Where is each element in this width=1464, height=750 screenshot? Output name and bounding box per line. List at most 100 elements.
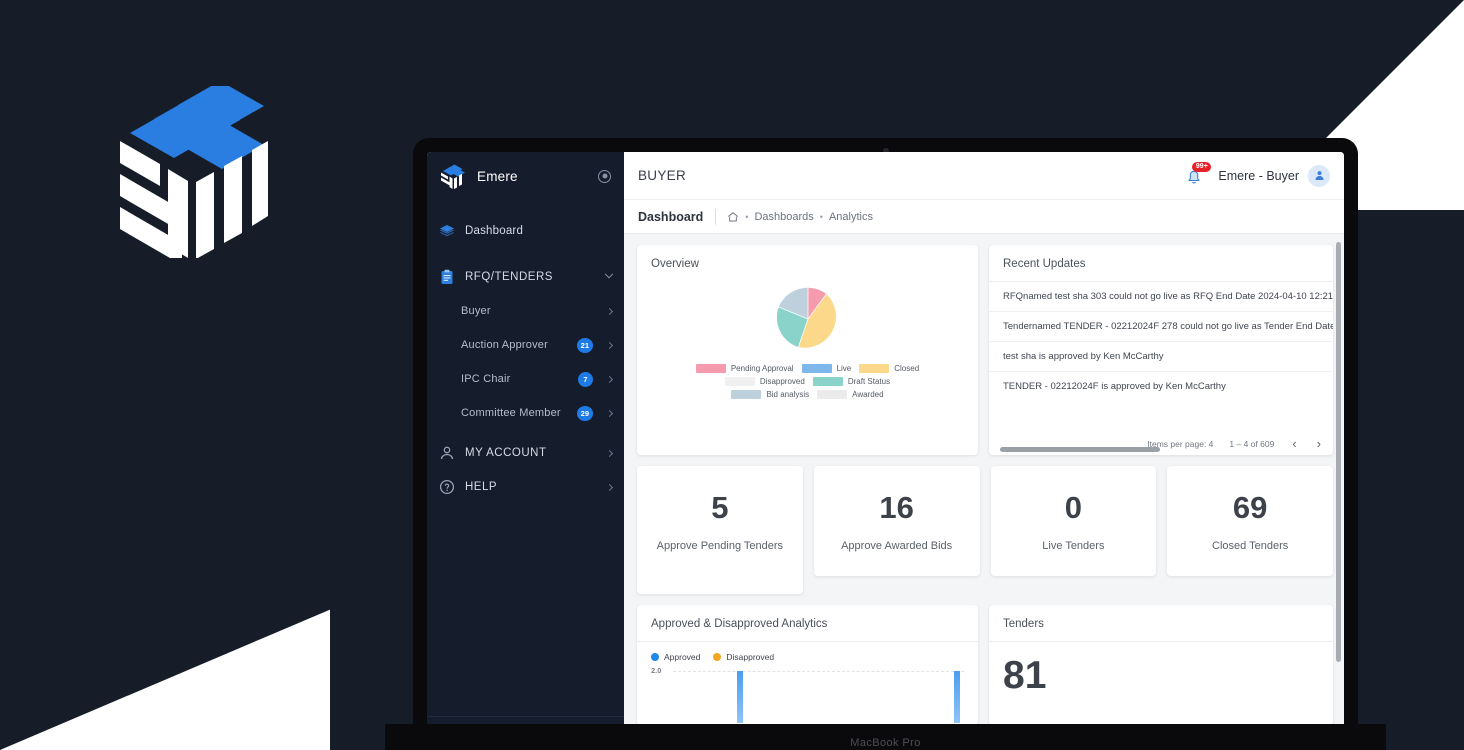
stat-card-live-tenders[interactable]: 0 Live Tenders: [990, 466, 1157, 577]
person-icon: [439, 445, 455, 461]
sidebar-item-label: MY ACCOUNT: [465, 447, 547, 459]
analytics-legend: Approved Disapproved: [637, 642, 978, 662]
legend-label: Live: [836, 364, 852, 373]
bar-approved-2: [954, 671, 960, 724]
legend-item[interactable]: Closed: [859, 364, 919, 373]
overview-card-title: Overview: [651, 258, 699, 270]
legend-dot-disapproved: [713, 653, 722, 662]
sidebar-item-ipc-chair[interactable]: IPC Chair 7: [427, 362, 624, 396]
laptop-mockup: Emere Dashboard RFQ/TENDERS Buyer Auctio…: [385, 138, 1386, 750]
sidebar-item-label: Dashboard: [465, 225, 524, 237]
sidebar-item-label: Auction Approver: [461, 339, 548, 351]
legend-label: Bid analysis: [766, 390, 810, 399]
notification-count-badge: 99+: [1192, 161, 1212, 172]
stat-card-closed-tenders[interactable]: 69 Closed Tenders: [1167, 466, 1333, 577]
sidebar-badge: 29: [576, 405, 593, 421]
sidebar-item-my-account[interactable]: MY ACCOUNT: [427, 436, 624, 470]
emere-cube-logo: [112, 81, 272, 265]
sidebar-item-buyer[interactable]: Buyer: [427, 294, 624, 328]
prev-page-button[interactable]: ‹: [1290, 436, 1298, 451]
next-page-button[interactable]: ›: [1315, 436, 1323, 451]
user-name-label: Emere - Buyer: [1218, 168, 1299, 183]
dashboard-content: Overview Pending Approval Live Closed Di…: [624, 234, 1344, 750]
list-item[interactable]: RFQnamed test sha 303 could not go live …: [989, 282, 1333, 312]
breadcrumb-divider: [715, 208, 717, 225]
chevron-right-icon: [605, 449, 614, 457]
list-item[interactable]: TENDER - 02212024F is approved by Ken Mc…: [989, 372, 1333, 401]
sidebar-item-label: Buyer: [461, 305, 491, 317]
sidebar-brand-label: Emere: [477, 168, 518, 184]
pin-toggle-icon[interactable]: [598, 169, 611, 183]
page-range-label: 1 – 4 of 609: [1229, 438, 1275, 449]
content-scrollbar-thumb[interactable]: [1336, 242, 1341, 662]
stat-card-approve-pending-tenders[interactable]: 5 Approve Pending Tenders: [637, 466, 803, 595]
chevron-down-icon: [604, 269, 614, 279]
dashboard-row-stats: 5 Approve Pending Tenders 16 Approve Awa…: [637, 466, 1333, 595]
tenders-value: 81: [1003, 654, 1047, 698]
legend-item[interactable]: Bid analysis: [731, 390, 809, 399]
legend-item[interactable]: Draft Status: [812, 377, 891, 386]
recent-updates-horizontal-scrollbar[interactable]: [1000, 447, 1160, 452]
legend-item[interactable]: Awarded: [817, 390, 884, 399]
clipboard-icon: [439, 269, 455, 285]
legend-item[interactable]: Approved: [651, 652, 700, 662]
chevron-right-icon: [605, 409, 614, 417]
stat-card-approve-awarded-bids[interactable]: 16 Approve Awarded Bids: [813, 466, 980, 577]
page-title: Dashboard: [638, 209, 704, 224]
legend-label: Draft Status: [847, 377, 891, 386]
corner-triangle-bottom-left: [0, 609, 330, 750]
legend-swatch-live: [801, 364, 832, 373]
legend-label: Pending Approval: [730, 364, 794, 373]
laptop-body: Emere Dashboard RFQ/TENDERS Buyer Auctio…: [413, 138, 1358, 750]
recent-updates-card: Recent Updates RFQnamed test sha 303 cou…: [989, 245, 1333, 455]
legend-swatch-closed: [859, 364, 890, 373]
legend-item[interactable]: Pending Approval: [695, 364, 794, 373]
sidebar-badge: 21: [576, 337, 593, 353]
legend-swatch-disapproved: [724, 377, 755, 386]
breadcrumb-link-analytics[interactable]: Analytics: [829, 211, 873, 223]
legend-swatch-awarded: [817, 390, 848, 399]
breadcrumb-separator: •: [819, 211, 823, 222]
chevron-right-icon: [605, 341, 614, 349]
chevron-right-icon: [605, 307, 614, 315]
legend-label: Disapproved: [726, 652, 775, 663]
tenders-card: Tenders 81: [989, 605, 1333, 726]
list-item[interactable]: Tendernamed TENDER - 02212024F 278 could…: [989, 312, 1333, 342]
legend-label: Approved: [664, 652, 701, 663]
overview-card: Overview Pending Approval Live Closed Di…: [637, 245, 978, 455]
user-avatar-icon[interactable]: [1308, 164, 1330, 187]
legend-swatch-draft-status: [812, 377, 843, 386]
stat-value: 0: [1064, 490, 1082, 525]
sidebar-item-dashboard[interactable]: Dashboard: [427, 214, 624, 248]
legend-item[interactable]: Live: [801, 364, 852, 373]
tenders-card-title: Tenders: [989, 605, 1333, 643]
device-label: MacBook Pro: [850, 737, 921, 749]
home-icon[interactable]: [727, 211, 739, 223]
content-scrollbar[interactable]: [1336, 242, 1341, 746]
sidebar: Emere Dashboard RFQ/TENDERS Buyer Auctio…: [427, 152, 624, 750]
breadcrumb-link-dashboards[interactable]: Dashboards: [754, 211, 813, 223]
sidebar-nav: Dashboard RFQ/TENDERS Buyer Auction Appr…: [427, 200, 624, 716]
legend-item[interactable]: Disapproved: [724, 377, 805, 386]
sidebar-item-committee-member[interactable]: Committee Member 29: [427, 396, 624, 430]
pie-chart-area: Pending Approval Live Closed Disapproved…: [637, 281, 978, 455]
app-screen: Emere Dashboard RFQ/TENDERS Buyer Auctio…: [427, 152, 1344, 750]
overview-pie-chart: [776, 287, 836, 348]
legend-item[interactable]: Disapproved: [713, 652, 774, 662]
analytics-bar-chart: 2.0: [651, 666, 964, 724]
sidebar-item-auction-approver[interactable]: Auction Approver 21: [427, 328, 624, 362]
topbar: BUYER 99+ Emere - Buyer: [624, 152, 1344, 200]
main-area: BUYER 99+ Emere - Buyer Dashboard • Dash…: [624, 152, 1344, 750]
dashboard-row-analytics: Approved & Disapproved Analytics Approve…: [637, 605, 1333, 726]
stat-value: 5: [711, 490, 729, 525]
portal-title: BUYER: [638, 168, 687, 183]
sidebar-item-label: HELP: [465, 481, 498, 493]
sidebar-item-label: IPC Chair: [461, 373, 511, 385]
sidebar-item-rfq-tenders[interactable]: RFQ/TENDERS: [427, 260, 624, 294]
notification-bell-icon[interactable]: 99+: [1183, 161, 1212, 187]
list-item[interactable]: test sha is approved by Ken McCarthy: [989, 342, 1333, 372]
bar-approved-1: [737, 671, 743, 724]
stat-label: Approve Pending Tenders: [656, 539, 784, 552]
sidebar-item-help[interactable]: HELP: [427, 470, 624, 504]
analytics-card-title: Approved & Disapproved Analytics: [637, 605, 978, 643]
